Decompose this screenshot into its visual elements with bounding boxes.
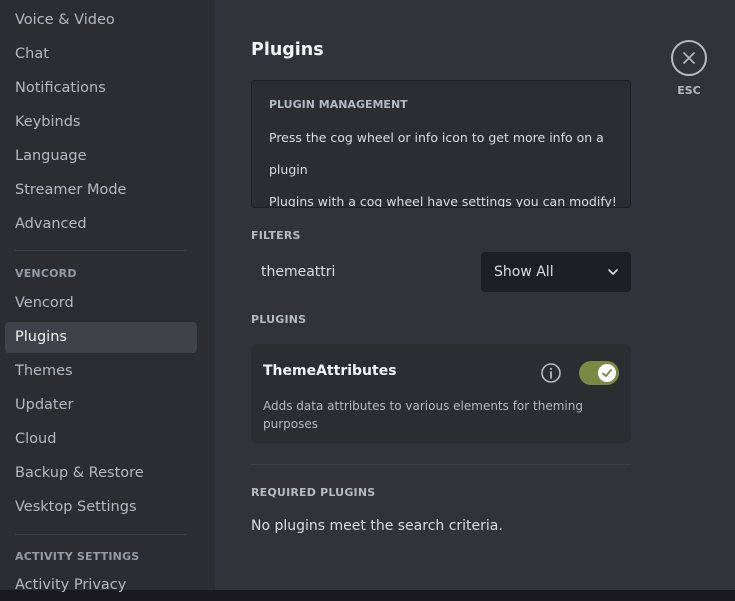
settings-content: Plugins PLUGIN MANAGEMENT Press the cog … [215, 0, 735, 590]
search-input[interactable] [251, 252, 471, 292]
plugins-label: PLUGINS [251, 313, 307, 326]
esc-label: ESC [677, 84, 701, 97]
toggle-knob [598, 364, 616, 382]
sidebar-item-cloud[interactable]: Cloud [5, 424, 197, 455]
sidebar-item-activity-privacy[interactable]: Activity Privacy [5, 570, 197, 601]
sidebar-item-streamer-mode[interactable]: Streamer Mode [5, 175, 197, 206]
sidebar-section-activity: ACTIVITY SETTINGS [15, 550, 140, 563]
filter-select-value: Show All [494, 264, 554, 280]
empty-state-text: No plugins meet the search criteria. [251, 518, 503, 534]
settings-sidebar: Voice & Video Chat Notifications Keybind… [0, 0, 215, 593]
sidebar-item-advanced[interactable]: Advanced [5, 209, 197, 240]
filters-label: FILTERS [251, 229, 301, 242]
sidebar-item-notifications[interactable]: Notifications [5, 73, 197, 104]
plugin-enable-toggle[interactable] [579, 361, 619, 385]
plugin-description: Adds data attributes to various elements… [263, 399, 583, 431]
sidebar-item-plugins[interactable]: Plugins [5, 322, 197, 353]
required-plugins-label: REQUIRED PLUGINS [251, 486, 376, 499]
sidebar-divider [15, 534, 186, 535]
section-divider [251, 464, 631, 465]
plugin-card: ThemeAttributes Adds data attributes to … [251, 344, 631, 443]
plugin-management-card: PLUGIN MANAGEMENT Press the cog wheel or… [251, 80, 631, 208]
card-text-line: Press the cog wheel or info icon to get … [269, 130, 604, 145]
sidebar-item-chat[interactable]: Chat [5, 39, 197, 70]
sidebar-section-vencord: VENCORD [15, 267, 77, 280]
sidebar-item-vencord[interactable]: Vencord [5, 288, 197, 319]
sidebar-item-vesktop-settings[interactable]: Vesktop Settings [5, 492, 197, 523]
sidebar-item-backup-restore[interactable]: Backup & Restore [5, 458, 197, 489]
close-settings: ESC [671, 40, 707, 100]
sidebar-divider [15, 250, 186, 251]
sidebar-item-voice-video[interactable]: Voice & Video [5, 5, 197, 36]
sidebar-item-themes[interactable]: Themes [5, 356, 197, 387]
card-heading: PLUGIN MANAGEMENT [269, 98, 408, 111]
page-title: Plugins [251, 40, 324, 60]
filter-select[interactable]: Show All [481, 252, 631, 292]
card-text-line: Plugins with a cog wheel have settings y… [269, 194, 617, 208]
chevron-down-icon [608, 269, 618, 275]
info-icon[interactable] [540, 362, 562, 384]
plugin-name: ThemeAttributes [263, 363, 397, 379]
check-icon [602, 369, 612, 377]
close-button[interactable] [671, 40, 707, 76]
sidebar-item-keybinds[interactable]: Keybinds [5, 107, 197, 138]
sidebar-item-updater[interactable]: Updater [5, 390, 197, 421]
card-text-line: plugin [269, 162, 308, 177]
sidebar-item-language[interactable]: Language [5, 141, 197, 172]
close-icon [683, 52, 695, 64]
